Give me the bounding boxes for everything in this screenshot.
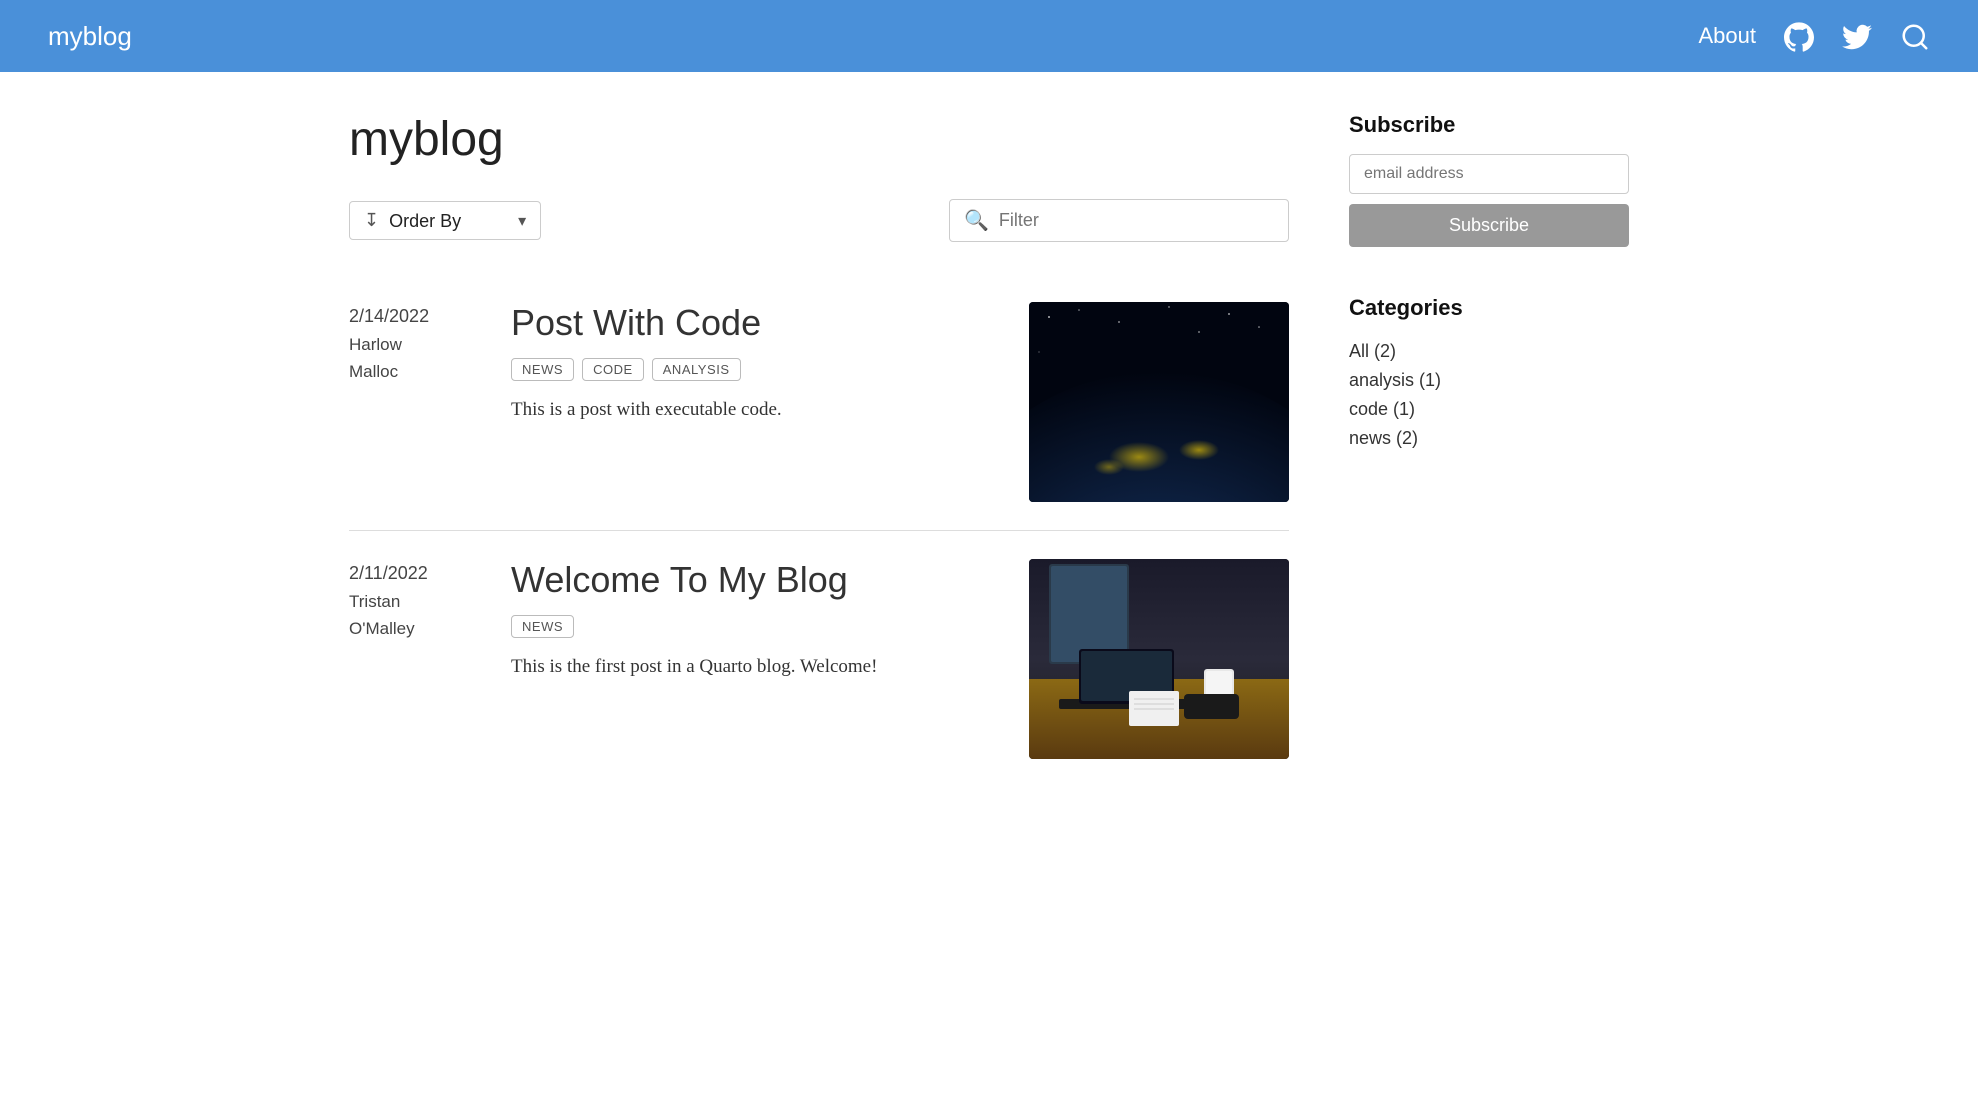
navbar: myblog About [0, 0, 1978, 72]
post-meta-2: 2/11/2022 Tristan O'Malley [349, 559, 479, 642]
post-author-line2-1: Malloc [349, 358, 479, 385]
post-title-2[interactable]: Welcome To My Blog [511, 559, 997, 601]
subscribe-heading: Subscribe [1349, 112, 1629, 138]
post-tag-news-2[interactable]: NEWS [511, 615, 574, 638]
post-meta-1: 2/14/2022 Harlow Malloc [349, 302, 479, 385]
post-title-1[interactable]: Post With Code [511, 302, 997, 344]
page-title: myblog [349, 112, 1289, 167]
subscribe-section: Subscribe Subscribe [1349, 112, 1629, 247]
category-item-news[interactable]: news (2) [1349, 424, 1629, 453]
nav-brand[interactable]: myblog [48, 21, 1699, 52]
category-list: All (2) analysis (1) code (1) news (2) [1349, 337, 1629, 453]
order-by-wrapper[interactable]: ↧ Order By Date - Oldest Date - Newest T… [349, 201, 541, 240]
post-date-1: 2/14/2022 [349, 302, 479, 331]
filter-search-icon: 🔍 [964, 208, 989, 233]
post-excerpt-1: This is a post with executable code. [511, 395, 997, 425]
post-author-line1-2: Tristan [349, 588, 479, 615]
toolbar: ↧ Order By Date - Oldest Date - Newest T… [349, 199, 1289, 242]
category-item-all[interactable]: All (2) [1349, 337, 1629, 366]
sort-icon: ↧ [364, 210, 379, 231]
post-author-line2-2: O'Malley [349, 615, 479, 642]
category-item-code[interactable]: code (1) [1349, 395, 1629, 424]
category-item-analysis[interactable]: analysis (1) [1349, 366, 1629, 395]
post-date-2: 2/11/2022 [349, 559, 479, 588]
sidebar: Subscribe Subscribe Categories All (2) a… [1349, 112, 1629, 787]
post-tag-analysis[interactable]: ANALYSIS [652, 358, 741, 381]
post-body-1: Post With Code NEWS CODE ANALYSIS This i… [511, 302, 997, 425]
email-input[interactable] [1349, 154, 1629, 194]
main-content: myblog ↧ Order By Date - Oldest Date - N… [349, 112, 1289, 787]
post-item-1: 2/14/2022 Harlow Malloc Post With Code N… [349, 274, 1289, 530]
post-image-2 [1029, 559, 1289, 759]
filter-wrapper[interactable]: 🔍 [949, 199, 1289, 242]
categories-section: Categories All (2) analysis (1) code (1)… [1349, 295, 1629, 453]
post-author-line1-1: Harlow [349, 331, 479, 358]
subscribe-button[interactable]: Subscribe [1349, 204, 1629, 247]
page-container: myblog ↧ Order By Date - Oldest Date - N… [289, 72, 1689, 827]
post-tags-1: NEWS CODE ANALYSIS [511, 358, 997, 381]
post-tag-news[interactable]: NEWS [511, 358, 574, 381]
post-body-2: Welcome To My Blog NEWS This is the firs… [511, 559, 997, 682]
post-item-2: 2/11/2022 Tristan O'Malley Welcome To My… [349, 531, 1289, 787]
nav-search-icon[interactable] [1900, 20, 1930, 52]
post-tags-2: NEWS [511, 615, 997, 638]
nav-links: About [1699, 20, 1931, 52]
github-icon[interactable] [1784, 20, 1814, 52]
post-tag-code[interactable]: CODE [582, 358, 644, 381]
post-image-desk [1029, 559, 1289, 759]
post-image-1 [1029, 302, 1289, 502]
order-by-select[interactable]: Order By Date - Oldest Date - Newest Tit… [389, 211, 528, 231]
filter-input[interactable] [999, 210, 1274, 231]
post-image-earth [1029, 302, 1289, 502]
twitter-icon[interactable] [1842, 20, 1872, 52]
nav-link-about[interactable]: About [1699, 23, 1757, 49]
post-excerpt-2: This is the first post in a Quarto blog.… [511, 652, 997, 682]
categories-heading: Categories [1349, 295, 1629, 321]
